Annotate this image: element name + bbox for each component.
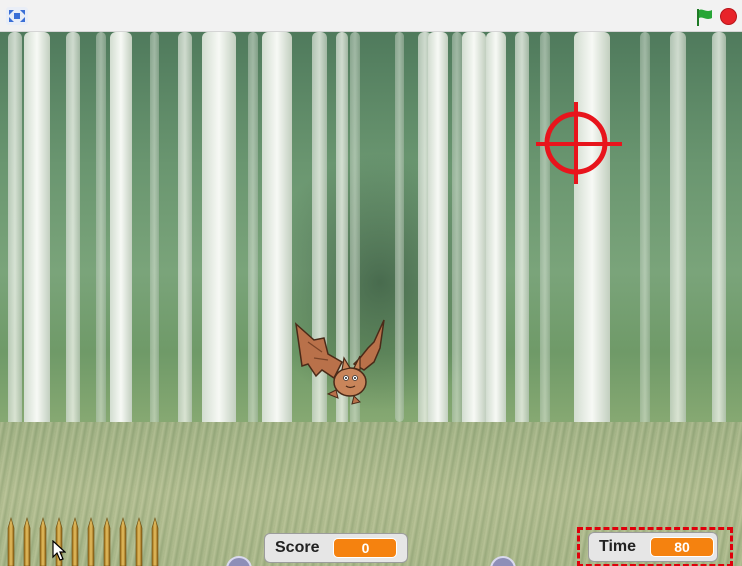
tree-trunk	[712, 32, 726, 472]
tree-trunk	[110, 32, 132, 462]
tree-trunk	[248, 32, 258, 452]
bullets-ammo-sprite	[7, 516, 159, 566]
stop-sign-icon[interactable]	[720, 8, 737, 25]
tree-trunk	[670, 32, 686, 462]
score-label: Score	[275, 539, 320, 556]
tree-trunk	[150, 32, 159, 452]
tree-trunk	[486, 32, 506, 452]
stage-toolbar	[0, 0, 742, 32]
bat-sprite[interactable]	[294, 318, 386, 410]
tree-trunk	[395, 32, 404, 422]
green-flag-icon[interactable]	[694, 7, 714, 27]
tree-trunk	[540, 32, 550, 452]
fullscreen-icon[interactable]	[6, 7, 28, 25]
tree-trunk	[8, 32, 22, 472]
tree-trunk	[66, 32, 80, 472]
tree-trunk	[96, 32, 106, 462]
tree-trunk	[462, 32, 486, 462]
score-monitor[interactable]: Score 0	[264, 533, 408, 563]
tree-trunk	[178, 32, 192, 452]
tree-trunk	[428, 32, 448, 432]
time-monitor-highlight	[577, 527, 733, 566]
mouse-cursor-icon	[52, 540, 66, 561]
tree-trunk	[640, 32, 650, 462]
tree-trunk	[452, 32, 462, 442]
stage[interactable]: Score 0 Time 80	[0, 32, 742, 566]
crosshair-sprite[interactable]	[536, 102, 622, 184]
tree-trunk	[515, 32, 529, 452]
score-value: 0	[333, 538, 398, 558]
